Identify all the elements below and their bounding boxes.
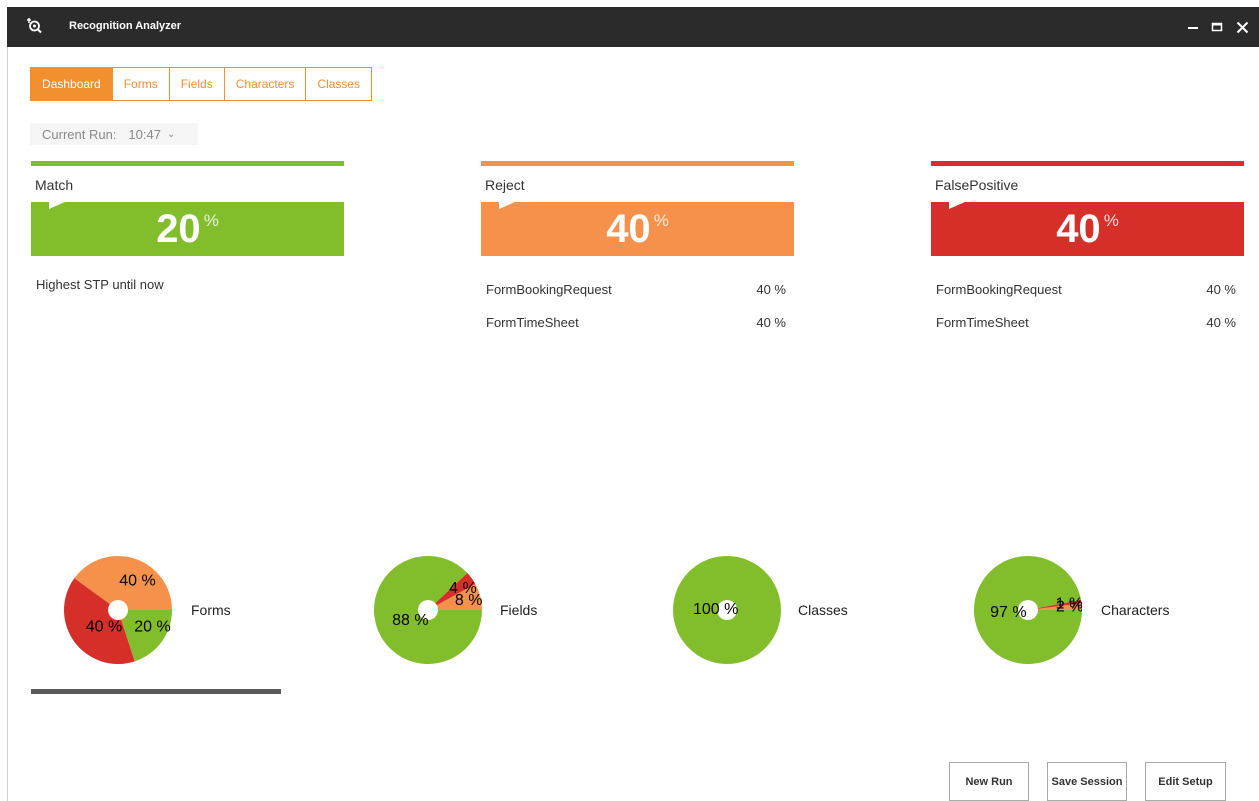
reject-accent-bar bbox=[481, 161, 794, 166]
tab-characters[interactable]: Characters bbox=[224, 67, 307, 101]
pie-center-hole bbox=[108, 600, 128, 620]
chevron-down-icon: ⌄ bbox=[166, 128, 176, 140]
fields-pie-chart[interactable]: 88 %8 %4 % bbox=[374, 556, 482, 664]
pie-slice-label: 100 % bbox=[693, 601, 738, 618]
current-run-value: 10:47 bbox=[128, 126, 161, 142]
pie-slice-label: 1 % bbox=[1056, 595, 1082, 612]
app-logo-icon bbox=[27, 18, 42, 34]
selected-chart-indicator bbox=[31, 689, 281, 694]
reject-list: FormBookingRequest 40 % FormTimeSheet 40… bbox=[481, 282, 794, 348]
current-run-label: Current Run: bbox=[42, 126, 117, 142]
characters-pie-chart[interactable]: 97 % 2 %1 % bbox=[974, 556, 1082, 664]
classes-chart-label: Classes bbox=[798, 602, 848, 618]
pie-slice-label: 4 % bbox=[449, 580, 477, 597]
window-title: Recognition Analyzer bbox=[69, 20, 182, 32]
form-name: FormTimeSheet bbox=[936, 315, 1029, 330]
reject-card: Reject 40 % FormBookingRequest 40 % Form… bbox=[481, 161, 794, 348]
reject-title: Reject bbox=[485, 177, 525, 193]
tab-bar: Dashboard Forms Fields Characters Classe… bbox=[30, 67, 373, 101]
match-value: 20 bbox=[156, 206, 201, 251]
pie-slice-label: 40 % bbox=[119, 572, 155, 589]
list-item: FormBookingRequest 40 % bbox=[481, 282, 794, 315]
forms-chart-label: Forms bbox=[191, 602, 231, 618]
match-accent-bar bbox=[31, 161, 344, 166]
list-item: FormBookingRequest 40 % bbox=[931, 282, 1244, 315]
pie-slice-label: 40 % bbox=[86, 619, 122, 636]
match-value-box: 20 % bbox=[31, 202, 344, 256]
tab-classes[interactable]: Classes bbox=[306, 67, 373, 101]
new-run-button[interactable]: New Run bbox=[949, 762, 1029, 801]
reject-unit: % bbox=[653, 211, 669, 230]
list-item: FormTimeSheet 40 % bbox=[931, 315, 1244, 348]
fields-chart-label: Fields bbox=[500, 602, 538, 618]
edit-setup-button[interactable]: Edit Setup bbox=[1145, 762, 1226, 801]
forms-pie-chart[interactable]: 20 % 40 % 40 % bbox=[64, 556, 172, 664]
maximize-icon[interactable] bbox=[1206, 16, 1228, 38]
form-name: FormTimeSheet bbox=[486, 315, 579, 330]
close-icon[interactable] bbox=[1231, 16, 1253, 38]
match-unit: % bbox=[203, 211, 219, 230]
falsepositive-title: FalsePositive bbox=[935, 177, 1019, 193]
title-bar: Recognition Analyzer bbox=[7, 7, 1259, 47]
falsepositive-unit: % bbox=[1103, 211, 1119, 230]
classes-pie-chart[interactable]: 100 % bbox=[673, 556, 781, 664]
pie-slice-label: 97 % bbox=[990, 604, 1026, 621]
form-value: 40 % bbox=[1206, 315, 1236, 330]
save-session-button[interactable]: Save Session bbox=[1047, 762, 1127, 801]
form-value: 40 % bbox=[1206, 282, 1236, 297]
reject-value: 40 bbox=[606, 206, 651, 251]
pie-slice-label: 20 % bbox=[134, 619, 170, 636]
falsepositive-value-box: 40 % bbox=[931, 202, 1244, 256]
falsepositive-card: FalsePositive 40 % FormBookingRequest 40… bbox=[931, 161, 1244, 348]
characters-chart-label: Characters bbox=[1101, 602, 1170, 618]
current-run-selector[interactable]: Current Run: 10:47 ⌄ bbox=[30, 123, 198, 145]
match-note: Highest STP until now bbox=[36, 277, 164, 292]
match-card: Match 20 % Highest STP until now bbox=[31, 161, 344, 292]
minimize-icon[interactable] bbox=[1182, 16, 1204, 38]
form-name: FormBookingRequest bbox=[486, 282, 612, 297]
falsepositive-value: 40 bbox=[1056, 206, 1101, 251]
tab-fields[interactable]: Fields bbox=[169, 67, 225, 101]
falsepositive-accent-bar bbox=[931, 161, 1244, 166]
form-value: 40 % bbox=[756, 282, 786, 297]
reject-value-box: 40 % bbox=[481, 202, 794, 256]
list-item: FormTimeSheet 40 % bbox=[481, 315, 794, 348]
form-name: FormBookingRequest bbox=[936, 282, 1062, 297]
falsepositive-list: FormBookingRequest 40 % FormTimeSheet 40… bbox=[931, 282, 1244, 348]
tab-dashboard[interactable]: Dashboard bbox=[30, 67, 113, 101]
pie-slice-label: 88 % bbox=[392, 612, 428, 629]
form-value: 40 % bbox=[756, 315, 786, 330]
match-title: Match bbox=[35, 177, 74, 193]
tab-forms[interactable]: Forms bbox=[112, 67, 170, 101]
